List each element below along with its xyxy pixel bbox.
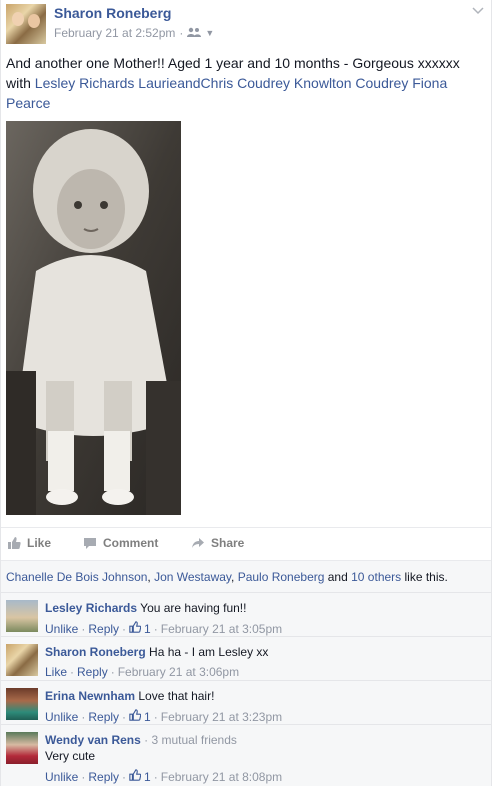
comment-item: Erina Newnham Love that hair! Unlike · Re… bbox=[1, 680, 491, 724]
comment-line: Sharon Roneberg Ha ha - I am Lesley xx bbox=[45, 645, 268, 659]
tagged-people[interactable]: Lesley Richards LaurieandChris Coudrey K… bbox=[6, 75, 447, 111]
others-link[interactable]: 10 others bbox=[351, 570, 401, 584]
and-text: and bbox=[324, 570, 352, 584]
share-button[interactable]: Share bbox=[191, 536, 244, 550]
comment-time[interactable]: February 21 at 8:08pm bbox=[161, 770, 282, 784]
comment-item: Wendy van Rens · 3 mutual friends Very c… bbox=[1, 724, 491, 786]
post-meta: February 21 at 2:52pm · ▼ bbox=[54, 26, 214, 40]
like-label: Like bbox=[27, 536, 52, 550]
commenter-avatar[interactable] bbox=[6, 732, 38, 764]
thumbs-up-icon bbox=[7, 536, 21, 550]
share-icon bbox=[191, 536, 205, 550]
commenter-name[interactable]: Erina Newnham bbox=[45, 689, 135, 703]
dot-separator: · bbox=[179, 26, 184, 40]
like-count[interactable]: 1 bbox=[144, 770, 151, 784]
dot-separator: · bbox=[81, 621, 86, 636]
comment-actions: Unlike · Reply · 1 · February 21 at 3:23pm bbox=[45, 709, 282, 724]
likes-summary: Chanelle De Bois Johnson, Jon Westaway, … bbox=[1, 560, 491, 592]
thumbs-up-icon[interactable] bbox=[129, 769, 142, 784]
comma: , bbox=[231, 570, 238, 584]
comment-text: Very cute bbox=[45, 749, 96, 763]
comment-time[interactable]: February 21 at 3:06pm bbox=[118, 665, 239, 679]
dot-separator: · bbox=[144, 733, 149, 747]
comment-time[interactable]: February 21 at 3:23pm bbox=[161, 710, 282, 724]
dot-separator: · bbox=[122, 769, 127, 784]
audience-dropdown-icon[interactable]: ▼ bbox=[205, 28, 214, 38]
dot-separator: · bbox=[81, 709, 86, 724]
unlike-link[interactable]: Unlike bbox=[45, 710, 78, 724]
friends-icon[interactable] bbox=[187, 27, 202, 40]
like-count[interactable]: 1 bbox=[144, 622, 151, 636]
reply-link[interactable]: Reply bbox=[77, 665, 108, 679]
thumbs-up-icon[interactable] bbox=[129, 621, 142, 636]
comment-actions: Unlike · Reply · 1 · February 21 at 8:08pm bbox=[45, 769, 282, 784]
post-photo[interactable] bbox=[6, 121, 181, 515]
reply-link[interactable]: Reply bbox=[88, 710, 119, 724]
unlike-link[interactable]: Unlike bbox=[45, 622, 78, 636]
commenter-avatar[interactable] bbox=[6, 644, 38, 676]
dot-separator: · bbox=[122, 621, 127, 636]
unlike-link[interactable]: Unlike bbox=[45, 770, 78, 784]
post-timestamp[interactable]: February 21 at 2:52pm bbox=[54, 26, 175, 40]
author-avatar[interactable] bbox=[6, 4, 46, 44]
commenter-avatar[interactable] bbox=[6, 688, 38, 720]
comment-time[interactable]: February 21 at 3:05pm bbox=[161, 622, 282, 636]
feed-post: Sharon Roneberg February 21 at 2:52pm · … bbox=[0, 0, 492, 786]
reply-link[interactable]: Reply bbox=[88, 770, 119, 784]
comment-line: Lesley Richards You are having fun!! bbox=[45, 601, 246, 615]
comment-line: Wendy van Rens · 3 mutual friends bbox=[45, 733, 237, 747]
author-name[interactable]: Sharon Roneberg bbox=[54, 5, 171, 21]
post-actions: Like Comment Share bbox=[1, 527, 491, 559]
comment-text: Ha ha - I am Lesley xx bbox=[149, 645, 269, 659]
comment-text: You are having fun!! bbox=[140, 601, 247, 615]
dot-separator: · bbox=[70, 665, 75, 679]
share-label: Share bbox=[211, 536, 245, 550]
comment-item: Lesley Richards You are having fun!! Unl… bbox=[1, 592, 491, 636]
mutual-friends: · 3 mutual friends bbox=[144, 733, 237, 747]
dot-separator: · bbox=[110, 665, 115, 679]
dot-separator: · bbox=[153, 709, 158, 724]
dot-separator: · bbox=[153, 769, 158, 784]
comment-line: Erina Newnham Love that hair! bbox=[45, 689, 214, 703]
like-count[interactable]: 1 bbox=[144, 710, 151, 724]
reply-link[interactable]: Reply bbox=[88, 622, 119, 636]
liker-name[interactable]: Chanelle De Bois Johnson bbox=[6, 570, 147, 584]
commenter-name[interactable]: Lesley Richards bbox=[45, 601, 137, 615]
comment-item: Sharon Roneberg Ha ha - I am Lesley xx L… bbox=[1, 636, 491, 680]
dot-separator: · bbox=[153, 621, 158, 636]
comment-button[interactable]: Comment bbox=[83, 536, 158, 550]
post-text: And another one Mother!! Aged 1 year and… bbox=[6, 53, 476, 113]
comment-icon bbox=[83, 536, 97, 550]
comment-actions: Like · Reply · February 21 at 3:06pm bbox=[45, 665, 239, 679]
commenter-name[interactable]: Wendy van Rens bbox=[45, 733, 141, 747]
chevron-down-icon[interactable] bbox=[472, 6, 484, 18]
like-button[interactable]: Like bbox=[7, 536, 51, 550]
post-header: Sharon Roneberg February 21 at 2:52pm · … bbox=[6, 4, 486, 44]
commenter-avatar[interactable] bbox=[6, 600, 38, 632]
commenter-name[interactable]: Sharon Roneberg bbox=[45, 645, 146, 659]
thumbs-up-icon[interactable] bbox=[129, 709, 142, 724]
comments-list: Lesley Richards You are having fun!! Unl… bbox=[1, 592, 491, 786]
liker-name[interactable]: Jon Westaway bbox=[154, 570, 231, 584]
comment-text: Love that hair! bbox=[138, 689, 215, 703]
dot-separator: · bbox=[81, 769, 86, 784]
comment-actions: Unlike · Reply · 1 · February 21 at 3:05pm bbox=[45, 621, 282, 636]
like-this-text: like this. bbox=[401, 570, 448, 584]
comment-label: Comment bbox=[103, 536, 159, 550]
like-link[interactable]: Like bbox=[45, 665, 67, 679]
liker-name[interactable]: Paulo Roneberg bbox=[238, 570, 325, 584]
dot-separator: · bbox=[122, 709, 127, 724]
mutual-friends-count[interactable]: 3 mutual friends bbox=[152, 733, 237, 747]
